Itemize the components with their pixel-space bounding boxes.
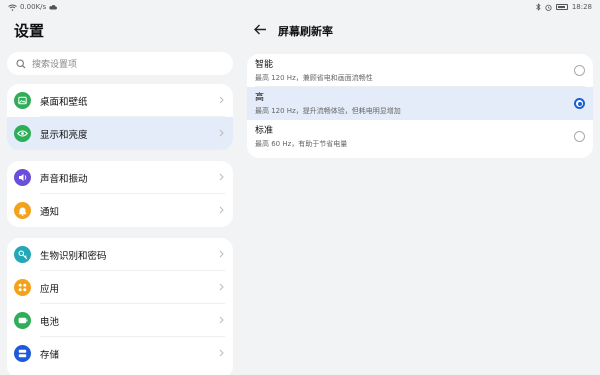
sidebar-item-label: 桌面和壁纸 bbox=[40, 96, 88, 108]
search-icon bbox=[16, 58, 26, 68]
back-arrow-icon[interactable] bbox=[254, 24, 267, 35]
sidebar-item-label: 声音和振动 bbox=[40, 173, 88, 185]
refresh-rate-options: 智能 最高 120 Hz，兼顾省电和画面流畅性 高 最高 120 Hz，提升流畅… bbox=[247, 54, 593, 158]
detail-title: 屏幕刷新率 bbox=[278, 25, 333, 38]
chevron-right-icon bbox=[219, 129, 224, 137]
sidebar-item-label: 通知 bbox=[40, 206, 60, 218]
chevron-right-icon bbox=[219, 96, 224, 104]
option-high[interactable]: 高 最高 120 Hz，提升流畅体验，但耗电明显增加 bbox=[247, 87, 593, 120]
cloud-icon bbox=[49, 4, 58, 9]
radio-high[interactable] bbox=[574, 98, 585, 109]
eye-icon bbox=[14, 125, 31, 142]
radio-smart[interactable] bbox=[574, 65, 585, 76]
speaker-icon bbox=[14, 169, 31, 186]
search-placeholder: 搜索设置项 bbox=[32, 60, 78, 70]
alarm-icon bbox=[545, 4, 552, 11]
chevron-right-icon bbox=[219, 283, 224, 291]
search-input[interactable]: 搜索设置项 bbox=[7, 52, 233, 75]
battery-status-icon bbox=[555, 4, 568, 10]
sidebar-item-label: 电池 bbox=[40, 316, 60, 328]
radio-standard[interactable] bbox=[574, 131, 585, 142]
wifi-icon bbox=[8, 4, 17, 11]
battery-icon bbox=[14, 312, 31, 329]
bluetooth-icon bbox=[536, 3, 541, 11]
sidebar-item-label: 生物识别和密码 bbox=[40, 250, 107, 262]
settings-group-1: 桌面和壁纸 显示和亮度 bbox=[7, 84, 233, 150]
chevron-right-icon bbox=[219, 173, 224, 181]
sidebar-item-battery[interactable]: 电池 bbox=[7, 304, 233, 337]
option-title: 标准 bbox=[255, 126, 274, 136]
option-title: 高 bbox=[255, 93, 265, 103]
option-title: 智能 bbox=[255, 60, 274, 70]
wallpaper-icon bbox=[14, 92, 31, 109]
chevron-right-icon bbox=[219, 250, 224, 258]
clock: 18:28 bbox=[571, 3, 592, 11]
sidebar-item-sound[interactable]: 声音和振动 bbox=[7, 161, 233, 194]
option-description: 最高 60 Hz，有助于节省电量 bbox=[255, 140, 348, 148]
option-description: 最高 120 Hz，兼顾省电和画面流畅性 bbox=[255, 74, 373, 82]
storage-icon bbox=[14, 345, 31, 362]
sidebar-item-label: 存储 bbox=[40, 349, 60, 361]
option-standard[interactable]: 标准 最高 60 Hz，有助于节省电量 bbox=[247, 120, 593, 153]
sidebar-item-label: 显示和亮度 bbox=[40, 129, 88, 141]
page-title: 设置 bbox=[14, 22, 45, 40]
apps-icon bbox=[14, 279, 31, 296]
key-icon bbox=[14, 246, 31, 263]
chevron-right-icon bbox=[219, 316, 224, 324]
sidebar-item-notifications[interactable]: 通知 bbox=[7, 194, 233, 227]
sidebar-item-label: 应用 bbox=[40, 283, 60, 295]
settings-group-2: 声音和振动 通知 bbox=[7, 161, 233, 227]
network-speed: 0.00K/s bbox=[20, 3, 47, 11]
settings-group-3: 生物识别和密码 应用 电池 存储 bbox=[7, 238, 233, 375]
option-smart[interactable]: 智能 最高 120 Hz，兼顾省电和画面流畅性 bbox=[247, 54, 593, 87]
chevron-right-icon bbox=[219, 349, 224, 357]
sidebar-item-biometrics[interactable]: 生物识别和密码 bbox=[7, 238, 233, 271]
status-bar: 0.00K/s 18:28 bbox=[0, 0, 600, 14]
bell-icon bbox=[14, 202, 31, 219]
option-description: 最高 120 Hz，提升流畅体验，但耗电明显增加 bbox=[255, 107, 401, 115]
sidebar-item-storage[interactable]: 存储 bbox=[7, 337, 233, 370]
sidebar-item-apps[interactable]: 应用 bbox=[7, 271, 233, 304]
sidebar-item-display[interactable]: 显示和亮度 bbox=[7, 117, 233, 150]
sidebar-item-wallpaper[interactable]: 桌面和壁纸 bbox=[7, 84, 233, 117]
chevron-right-icon bbox=[219, 206, 224, 214]
